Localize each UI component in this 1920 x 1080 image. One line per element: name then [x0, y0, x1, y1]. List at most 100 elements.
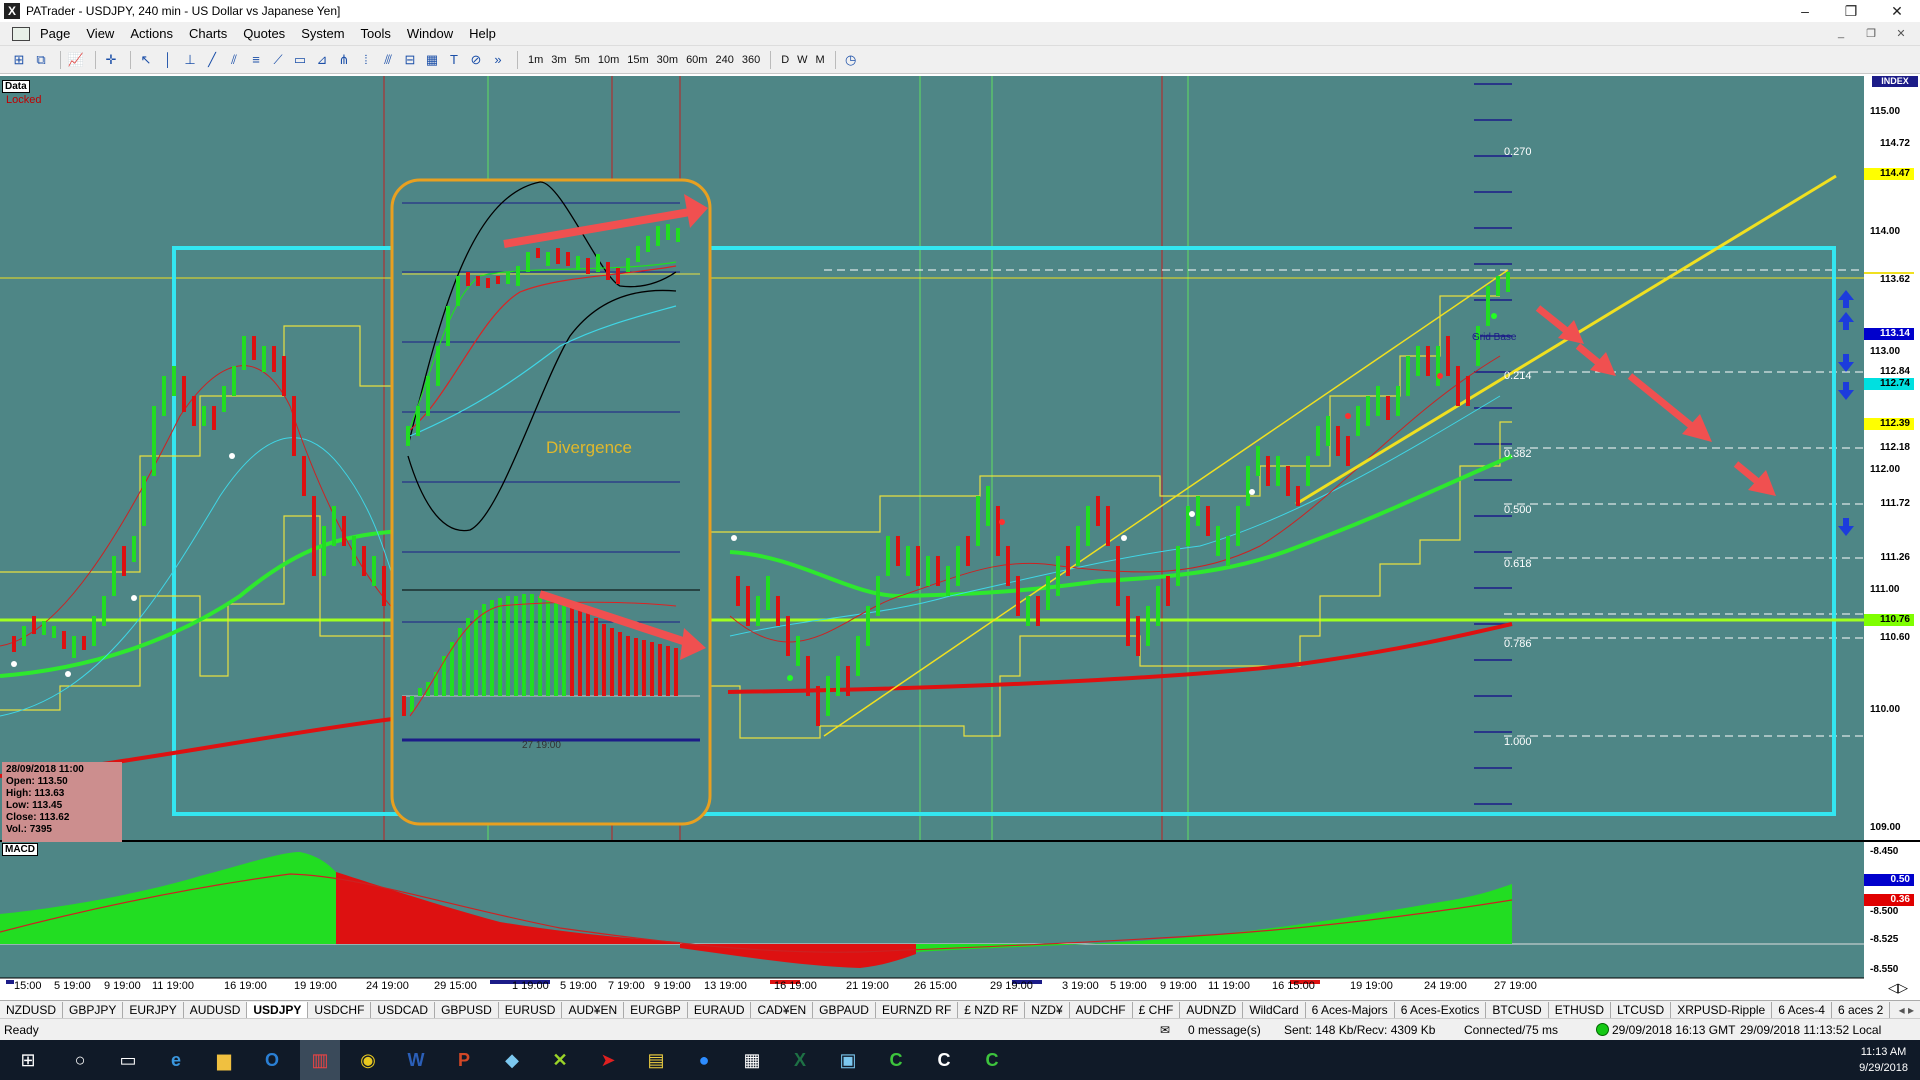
symbol-tab-ethusd[interactable]: ETHUSD [1549, 1001, 1612, 1018]
fibonacci-icon[interactable]: ≡ [247, 51, 265, 69]
menu-actions[interactable]: Actions [122, 26, 181, 41]
patrader-app-icon[interactable]: ▥ [300, 1040, 340, 1080]
timeframe-1m-button[interactable]: 1m [524, 54, 547, 66]
vertical-line-icon[interactable]: │ [159, 51, 177, 69]
period-monthly-button[interactable]: M [812, 54, 829, 66]
channel-icon[interactable]: ⫽ [225, 51, 243, 69]
menu-tools[interactable]: Tools [353, 26, 399, 41]
symbol-tab-xrpusd[interactable]: XRPUSD-Ripple [1671, 1001, 1773, 1018]
symbol-tab-aces-exotics[interactable]: 6 Aces-Exotics [1395, 1001, 1487, 1018]
symbol-tab-eurnzd-rf[interactable]: EURNZD RF [876, 1001, 959, 1018]
notes-app-icon[interactable]: ◆ [492, 1040, 532, 1080]
fib-fan-icon[interactable]: ⟋ [269, 51, 287, 69]
camtasia-icon-3[interactable]: C [972, 1040, 1012, 1080]
chart-type-icon[interactable]: 📈 [67, 51, 85, 69]
camtasia-icon-1[interactable]: C [876, 1040, 916, 1080]
zoom-icon[interactable]: ● [684, 1040, 724, 1080]
period-weekly-button[interactable]: W [793, 54, 811, 66]
symbol-tab-gbpchf[interactable]: £ CHF [1133, 1001, 1181, 1018]
crosshair-icon[interactable]: ✛ [102, 51, 120, 69]
symbol-tab-usdjpy[interactable]: USDJPY [247, 1001, 309, 1018]
symbol-tab-gbpaud[interactable]: GBPAUD [813, 1001, 876, 1018]
mdi-minimize-icon[interactable]: _ [1826, 24, 1856, 42]
timeframe-3m-button[interactable]: 3m [547, 54, 570, 66]
menu-view[interactable]: View [78, 26, 122, 41]
menu-window[interactable]: Window [399, 26, 461, 41]
symbol-tab-ltcusd[interactable]: LTCUSD [1611, 1001, 1672, 1018]
symbol-tab-usdchf[interactable]: USDCHF [308, 1001, 372, 1018]
symbol-tab-cadyen[interactable]: CAD¥EN [751, 1001, 814, 1018]
symbol-tab-eurjpy[interactable]: EURJPY [123, 1001, 184, 1018]
chrome-icon[interactable]: ◉ [348, 1040, 388, 1080]
chart-canvas[interactable]: Grid Base 27 19:00 [0, 76, 1920, 1000]
menu-quotes[interactable]: Quotes [235, 26, 293, 41]
outlook-icon[interactable]: O [252, 1040, 292, 1080]
symbol-tab-aces-4[interactable]: 6 Aces-4 [1772, 1001, 1832, 1018]
timeframe-360-button[interactable]: 360 [738, 54, 764, 66]
symbol-tab-gbpusd[interactable]: GBPUSD [435, 1001, 499, 1018]
edge-browser-icon[interactable]: e [156, 1040, 196, 1080]
symbol-tab-eurusd[interactable]: EURUSD [499, 1001, 563, 1018]
mdi-close-icon[interactable]: ✕ [1886, 24, 1916, 42]
symbol-tab-aces-majors[interactable]: 6 Aces-Majors [1306, 1001, 1395, 1018]
symbol-tab-audchf[interactable]: AUDCHF [1070, 1001, 1133, 1018]
taskbar-clock[interactable]: 11:13 AM 9/29/2018 [1859, 1044, 1908, 1076]
timeframe-30m-button[interactable]: 30m [653, 54, 682, 66]
templates-icon[interactable]: ⧉ [32, 51, 50, 69]
chart-area[interactable]: Grid Base 27 19:00 Data Locked Divergenc… [0, 76, 1920, 1000]
speed-lines-icon[interactable]: ⫻ [379, 51, 397, 69]
powerpoint-icon[interactable]: P [444, 1040, 484, 1080]
timeframe-5m-button[interactable]: 5m [571, 54, 594, 66]
chart-page-icon[interactable] [12, 26, 30, 41]
layout-icon[interactable]: ⊞ [10, 51, 28, 69]
word-icon[interactable]: W [396, 1040, 436, 1080]
symbol-tab-eurgbp[interactable]: EURGBP [624, 1001, 688, 1018]
clock-icon[interactable]: ◷ [842, 51, 860, 69]
search-icon[interactable]: ○ [60, 1040, 100, 1080]
more-tools-icon[interactable]: » [489, 51, 507, 69]
regression-icon[interactable]: ⊟ [401, 51, 419, 69]
calculator-icon[interactable]: ▦ [732, 1040, 772, 1080]
sticky-notes-icon[interactable]: ▤ [636, 1040, 676, 1080]
symbol-tab-gbpnzd-rf[interactable]: £ NZD RF [958, 1001, 1026, 1018]
symbol-tab-wildcard[interactable]: WildCard [1243, 1001, 1306, 1018]
menu-page[interactable]: Page [32, 26, 78, 41]
close-button[interactable]: ✕ [1874, 0, 1920, 22]
remote-desktop-icon[interactable]: ▣ [828, 1040, 868, 1080]
timeframe-240-button[interactable]: 240 [711, 54, 737, 66]
symbol-tab-audnzd[interactable]: AUDNZD [1180, 1001, 1244, 1018]
status-messages[interactable]: 0 message(s) [1188, 1023, 1261, 1037]
timeframe-15m-button[interactable]: 15m [623, 54, 652, 66]
symbol-tab-gbpjpy[interactable]: GBPJPY [63, 1001, 124, 1018]
symbol-tab-usdcad[interactable]: USDCAD [371, 1001, 436, 1018]
delete-drawing-icon[interactable]: ⊘ [467, 51, 485, 69]
timeframe-10m-button[interactable]: 10m [594, 54, 623, 66]
mdi-restore-icon[interactable]: ❐ [1856, 24, 1886, 42]
timeframe-60m-button[interactable]: 60m [682, 54, 711, 66]
start-windows-icon[interactable]: ⊞ [4, 1040, 52, 1080]
rectangle-icon[interactable]: ▭ [291, 51, 309, 69]
trading-app-icon[interactable]: ✕ [540, 1040, 580, 1080]
file-explorer-icon[interactable]: ▆ [204, 1040, 244, 1080]
text-tool-icon[interactable]: T [445, 51, 463, 69]
minimize-button[interactable]: – [1782, 0, 1828, 22]
task-view-icon[interactable]: ▭ [108, 1040, 148, 1080]
trend-line-icon[interactable]: ╱ [203, 51, 221, 69]
gann-icon[interactable]: ⊿ [313, 51, 331, 69]
camtasia-icon-2[interactable]: C [924, 1040, 964, 1080]
period-daily-button[interactable]: D [777, 54, 793, 66]
grid-icon[interactable]: ▦ [423, 51, 441, 69]
horizontal-line-icon[interactable]: ⊥ [181, 51, 199, 69]
excel-icon[interactable]: X [780, 1040, 820, 1080]
symbol-tab-audyen[interactable]: AUD¥EN [562, 1001, 625, 1018]
menu-help[interactable]: Help [461, 26, 504, 41]
cycle-lines-icon[interactable]: ⦙ [357, 51, 375, 69]
pointer-icon[interactable]: ↖ [137, 51, 155, 69]
pitchfork-icon[interactable]: ⋔ [335, 51, 353, 69]
symbol-tab-audusd[interactable]: AUDUSD [184, 1001, 248, 1018]
maximize-button[interactable]: ❐ [1828, 0, 1874, 22]
scroll-arrows[interactable]: ◁▷ [1888, 980, 1908, 996]
menu-system[interactable]: System [293, 26, 352, 41]
symbol-tab-nzdyen[interactable]: NZD¥ [1025, 1001, 1070, 1018]
red-app-icon[interactable]: ➤ [588, 1040, 628, 1080]
